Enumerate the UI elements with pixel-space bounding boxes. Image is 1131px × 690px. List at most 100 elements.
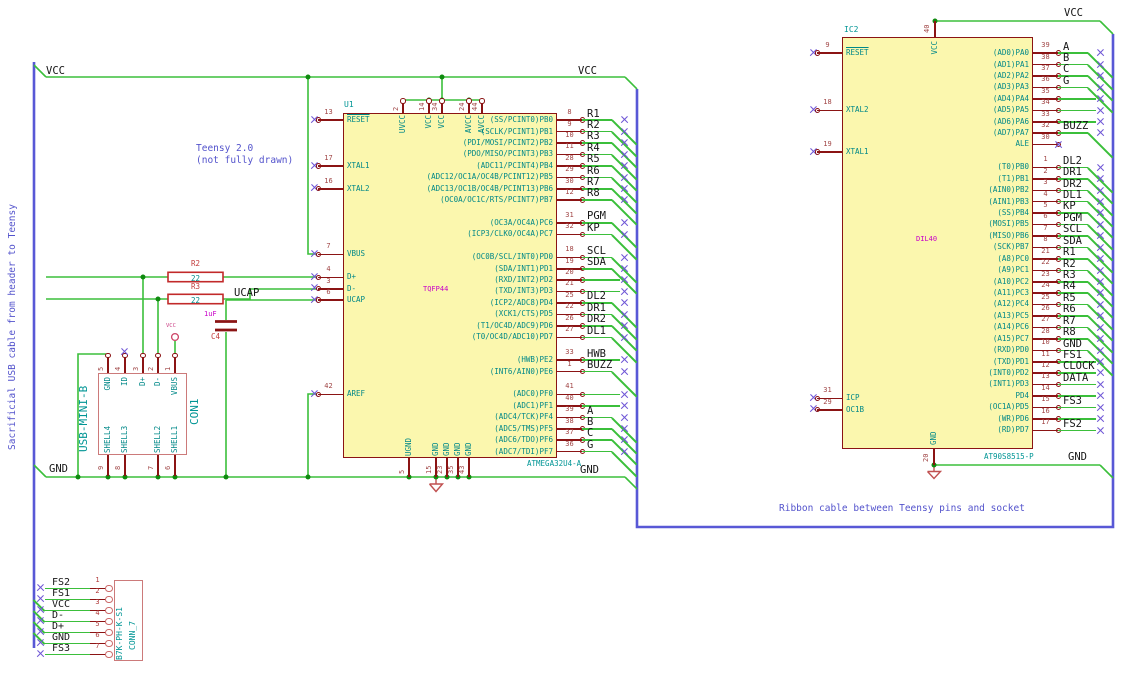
pin-row[interactable]: (WR)PD6 16	[842, 407, 1131, 424]
con1-part-name[interactable]: USB-MINI-B	[77, 386, 90, 452]
net-label[interactable]: DATA	[1063, 373, 1088, 384]
net-label[interactable]: PGM	[587, 211, 606, 222]
ground-symbol[interactable]	[428, 465, 943, 493]
gnd-net-label[interactable]: GND	[49, 464, 68, 475]
net-label[interactable]: FS2	[1063, 419, 1082, 430]
net-label[interactable]: R3	[1063, 270, 1076, 281]
net-label[interactable]: FS3	[52, 643, 70, 654]
pin-row[interactable]: FS3 7	[34, 643, 174, 660]
pin-row[interactable]: (AD4)PA4 35	[842, 87, 1131, 104]
pin-row[interactable]: (A14)PC6 27 R7	[842, 316, 1131, 354]
pin-row[interactable]: PD4 14	[842, 384, 1131, 401]
pin-row[interactable]: (ADC6/TDO)PF6 37 C	[343, 428, 643, 466]
net-label[interactable]: BUZZ	[587, 360, 612, 371]
pin-row[interactable]: (A15)PC7 28 R8	[842, 327, 1131, 365]
net-label[interactable]: FS1	[1063, 350, 1082, 361]
net-label[interactable]: DL1	[587, 326, 606, 337]
net-label[interactable]: R2	[1063, 259, 1076, 270]
pin-row[interactable]: (AD0)PA0 39 A	[842, 41, 1131, 79]
net-label[interactable]: B	[1063, 53, 1069, 64]
pin-row[interactable]: (T0/OC4D/ADC10)PD7 27 DL1	[343, 326, 643, 363]
pin-row[interactable]: (AD2)PA2 37 C	[842, 64, 1131, 102]
pin-row[interactable]: (ICP3/CLK0/OC4A)PC7 32 KP	[343, 223, 643, 261]
u1-reference[interactable]: U1	[344, 101, 354, 109]
u1-part-name[interactable]: ATMEGA32U4-A	[527, 460, 581, 468]
pin-row[interactable]: ALE 30	[842, 133, 1131, 150]
gnd-net-label[interactable]: GND	[1068, 452, 1087, 463]
pin-row[interactable]: (SDA/INT1)PD1 19 SDA	[343, 257, 643, 295]
gnd-net-label[interactable]: GND	[580, 465, 599, 476]
net-label[interactable]: R5	[587, 154, 600, 165]
net-label[interactable]: C	[1063, 64, 1069, 75]
net-label[interactable]: SDA	[1063, 236, 1082, 247]
r3-reference[interactable]: R3	[168, 283, 223, 291]
net-label[interactable]: FS3	[1063, 396, 1082, 407]
pin-row[interactable]: (A10)PC2 23 R3	[842, 270, 1131, 308]
u1-package[interactable]: TQFP44	[423, 286, 448, 293]
pin-row[interactable]: (AD5)PA5 34	[842, 99, 1131, 115]
vcc-net-label[interactable]: VCC	[578, 66, 597, 77]
r2-reference[interactable]: R2	[168, 260, 223, 268]
net-label[interactable]: GND	[1063, 339, 1082, 350]
net-label[interactable]: G	[1063, 76, 1069, 87]
net-label[interactable]: A	[1063, 41, 1069, 53]
pin-row[interactable]: (T0)PB0 1 DL2	[842, 156, 1131, 194]
ic2-part-name[interactable]: AT90S8515-P	[984, 453, 1034, 461]
net-label[interactable]: R7	[587, 177, 600, 188]
net-label[interactable]: B	[587, 417, 593, 428]
net-label[interactable]: R4	[1063, 281, 1076, 292]
pin-row[interactable]: (ADC7/TDI)PF7 36 G	[343, 440, 643, 478]
pin-row[interactable]: (RXD)PD0 10 GND	[842, 339, 1131, 376]
net-label[interactable]: D+	[52, 621, 64, 632]
net-label[interactable]: DL2	[1063, 156, 1082, 167]
pin-row[interactable]: (SS)PB4 5 KP	[842, 201, 1131, 239]
pin-row[interactable]: (ADC0)PF0 41	[343, 383, 643, 400]
pin-row[interactable]: (AD7)PA7 32 BUZZ	[842, 121, 1131, 159]
pin-row[interactable]: (AIN0)PB2 3 DR2	[842, 179, 1131, 216]
pin-row[interactable]: (MISO)PB6 7 SCL	[842, 224, 1131, 262]
net-label[interactable]: CLOCK	[1063, 361, 1095, 372]
vcc-net-label[interactable]: VCC	[46, 66, 65, 77]
r3-value[interactable]: 22	[168, 296, 223, 305]
net-label[interactable]: A	[587, 406, 593, 417]
conn7-reference[interactable]: CONN_7	[128, 621, 137, 650]
pin-row[interactable]: (A12)PC4 25 R5	[842, 293, 1131, 331]
net-label[interactable]: GND	[52, 632, 70, 643]
net-label[interactable]: FS2	[52, 577, 70, 588]
net-label[interactable]: SDA	[587, 257, 606, 268]
net-label[interactable]: R1	[587, 108, 600, 120]
net-label[interactable]: DL1	[1063, 190, 1082, 201]
net-label[interactable]: R8	[587, 188, 600, 199]
ic2-reference[interactable]: IC2	[844, 26, 858, 34]
pin-row[interactable]: (ADC5/TMS)PF5 38 B	[343, 417, 643, 455]
c4-reference[interactable]: C4	[211, 333, 220, 341]
ucap-net-label[interactable]: UCAP	[234, 288, 259, 299]
pin-row[interactable]: (A9)PC1 22 R2	[842, 259, 1131, 296]
pin-row[interactable]: (T1)PB1 2 DR1	[842, 167, 1131, 205]
pin-row[interactable]: (MOSI)PB5 6 PGM	[842, 213, 1131, 251]
net-label[interactable]: R1	[1063, 247, 1076, 258]
net-label[interactable]: DL2	[587, 291, 606, 302]
net-label[interactable]: DR2	[1063, 179, 1082, 190]
pin-row[interactable]: (SCK)PB7 8 SDA	[842, 236, 1131, 274]
net-label[interactable]: KP	[587, 223, 600, 234]
net-label[interactable]: C	[587, 428, 593, 439]
net-label[interactable]: R8	[1063, 327, 1076, 338]
net-label[interactable]: R7	[1063, 316, 1076, 327]
pin-row[interactable]: (A8)PC0 21 R1	[842, 247, 1131, 285]
pin-row[interactable]: (AD3)PA3 36 G	[842, 76, 1131, 114]
net-label[interactable]: DR1	[587, 303, 606, 314]
conn7-part-name[interactable]: B7K-PH-K-S1	[115, 607, 124, 660]
net-label[interactable]: DR2	[587, 314, 606, 325]
pin-row[interactable]: (RD)PD7 17 FS2	[842, 419, 1131, 435]
pin-row[interactable]: (A11)PC3 24 R4	[842, 281, 1131, 319]
pin-row[interactable]: (ADC4/TCK)PF4 39 A	[343, 406, 643, 444]
net-label[interactable]: SCL	[587, 246, 606, 257]
net-label[interactable]: D-	[52, 610, 64, 621]
net-label[interactable]: R5	[1063, 293, 1076, 304]
vcc-net-label[interactable]: VCC	[1064, 8, 1083, 19]
pin-row[interactable]: (INT1)PD3 13 DATA	[842, 373, 1131, 390]
vcc-power-symbol[interactable]	[170, 332, 180, 342]
pin-row[interactable]: (A13)PC5 26 R6	[842, 304, 1131, 342]
pin-row[interactable]: (ADC1)PF1 40	[343, 394, 643, 411]
